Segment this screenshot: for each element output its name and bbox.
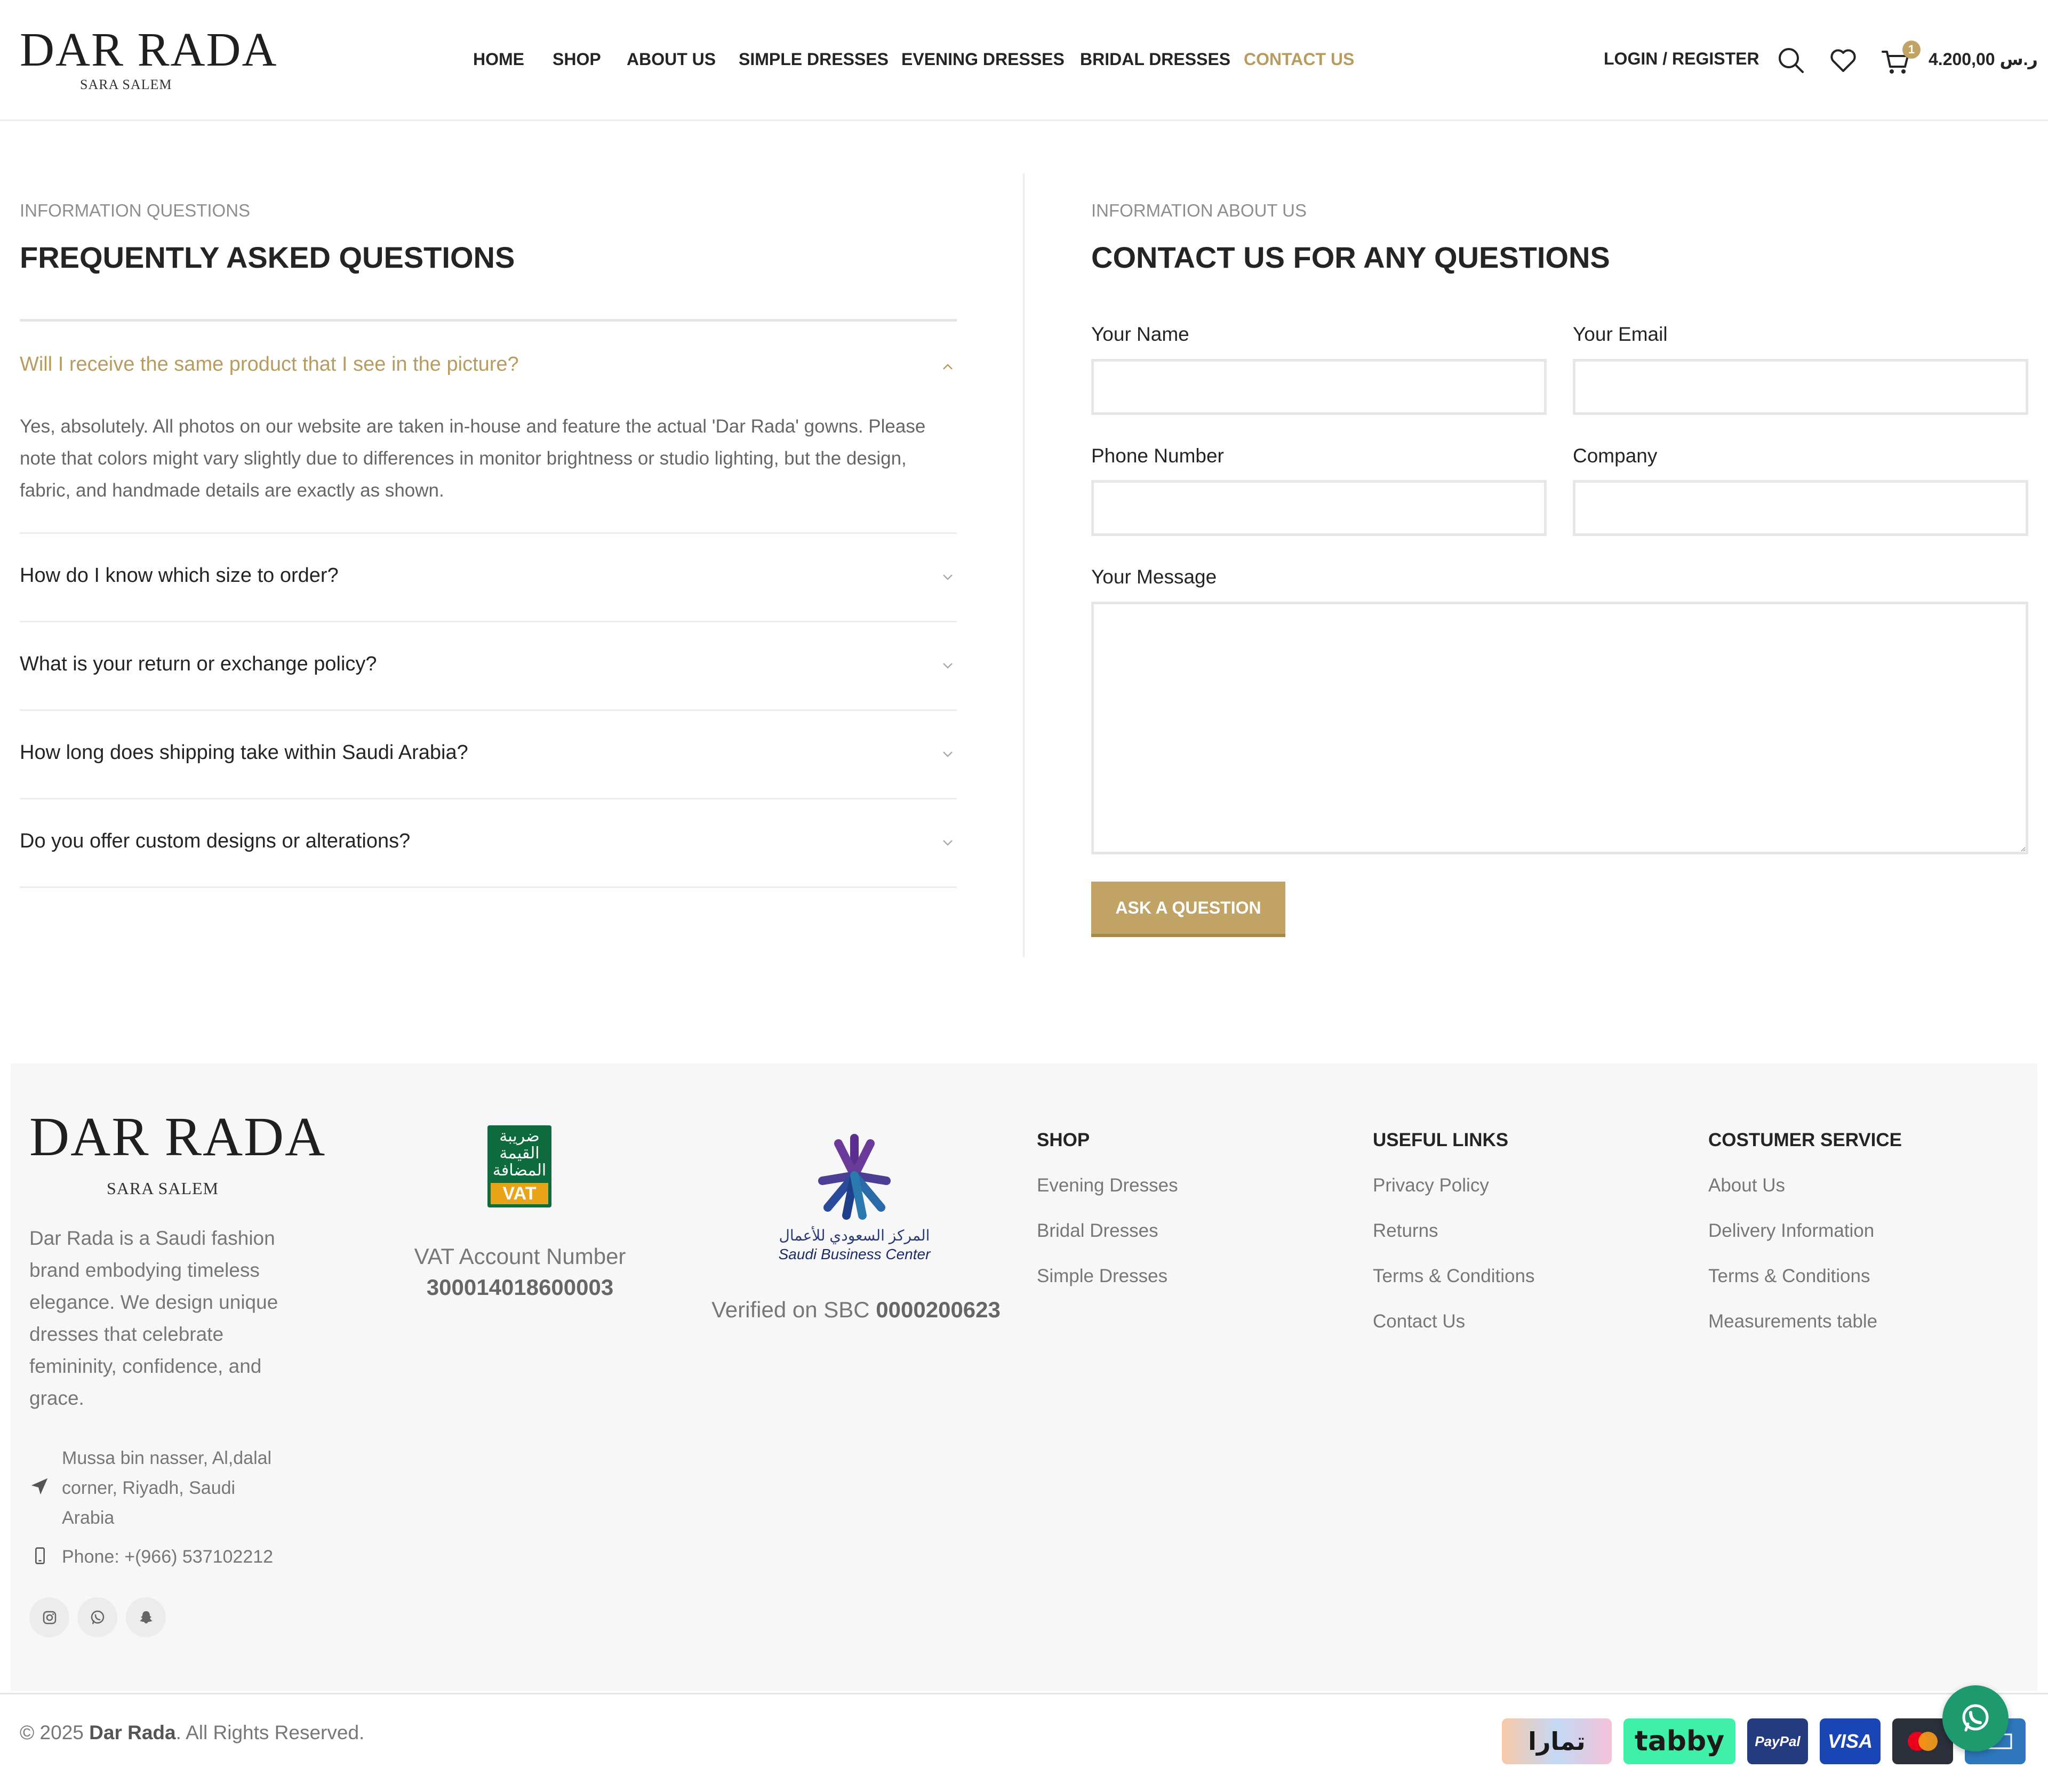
- footer-logo[interactable]: DAR RADA: [29, 1105, 326, 1169]
- vat-badge-arabic-2: القيمة: [499, 1145, 540, 1162]
- footer-link-terms[interactable]: Terms & Conditions: [1373, 1266, 1534, 1287]
- sbc-number: 0000200623: [876, 1297, 1001, 1322]
- nav-about-us[interactable]: ABOUT US: [627, 50, 716, 69]
- sbc-english-name: Saudi Business Center: [778, 1246, 931, 1262]
- footer-about-text: Dar Rada is a Saudi fashion brand embody…: [29, 1227, 278, 1409]
- location-arrow-icon: [31, 1478, 48, 1495]
- vat-badge-arabic-3: المضافة: [492, 1162, 547, 1179]
- column-divider: [1023, 173, 1025, 957]
- email-label: Your Email: [1573, 323, 1668, 345]
- company-field[interactable]: [1573, 480, 2028, 536]
- mobile-phone-icon: [35, 1547, 45, 1564]
- footer-link-evening-dresses[interactable]: Evening Dresses: [1037, 1175, 1178, 1196]
- vat-label: VAT Account Number: [414, 1244, 626, 1269]
- company-label: Company: [1573, 445, 1658, 467]
- chevron-down-icon[interactable]: [940, 570, 955, 585]
- nav-contact-us[interactable]: CONTACT US: [1244, 50, 1354, 69]
- footer-link-contact-us[interactable]: Contact Us: [1373, 1311, 1465, 1332]
- faq-answer-1: Yes, absolutely. All photos on our websi…: [20, 416, 926, 501]
- faq-divider: [20, 532, 957, 534]
- footer-link-privacy-policy[interactable]: Privacy Policy: [1373, 1175, 1489, 1196]
- footer-address: Mussa bin nasser, Al,dalal corner, Riyad…: [62, 1448, 272, 1528]
- faq-question-1[interactable]: Will I receive the same product that I s…: [20, 353, 519, 376]
- faq-question-4[interactable]: How long does shipping take within Saudi…: [20, 741, 468, 764]
- footer-customer-service-title: COSTUMER SERVICE: [1708, 1130, 1902, 1150]
- footer-logo-subtitle: SARA SALEM: [107, 1179, 219, 1198]
- nav-shop[interactable]: SHOP: [553, 50, 601, 69]
- chevron-up-icon[interactable]: [940, 359, 955, 374]
- message-label: Your Message: [1091, 566, 1217, 588]
- cart-total-value: 4.200,00: [1929, 50, 1995, 69]
- message-field[interactable]: [1091, 602, 2028, 854]
- chevron-down-icon[interactable]: [940, 835, 955, 850]
- faq-eyebrow: INFORMATION QUESTIONS: [20, 201, 251, 220]
- nav-bridal-dresses[interactable]: BRIDAL DRESSES: [1080, 50, 1230, 69]
- whatsapp-icon: [1962, 1704, 1989, 1732]
- sbc-arabic-name: المركز السعودي للأعمال: [779, 1227, 930, 1244]
- cart-total[interactable]: 4.200,00 ر.س: [1929, 49, 2038, 69]
- footer-useful-links-title: USEFUL LINKS: [1373, 1130, 1509, 1150]
- instagram-icon[interactable]: [29, 1597, 69, 1637]
- sbc-verified-label: Verified on SBC: [711, 1297, 870, 1322]
- faq-divider: [20, 798, 957, 799]
- contact-title: CONTACT US FOR ANY QUESTIONS: [1091, 241, 1610, 274]
- faq-question-5[interactable]: Do you offer custom designs or alteratio…: [20, 830, 410, 853]
- faq-divider: [20, 886, 957, 888]
- mastercard-icon: [1908, 1732, 1938, 1751]
- cart-count-badge: 1: [1902, 41, 1921, 59]
- name-field[interactable]: [1091, 359, 1547, 415]
- faq-title: FREQUENTLY ASKED QUESTIONS: [20, 241, 515, 274]
- heart-icon[interactable]: [1828, 45, 1858, 75]
- site-header: DAR RADA SARA SALEM HOME SHOP ABOUT US S…: [0, 0, 2048, 121]
- login-register-link[interactable]: LOGIN / REGISTER: [1604, 49, 1759, 69]
- snapchat-icon[interactable]: [126, 1597, 166, 1637]
- sbc-verified: Verified on SBC 0000200623: [693, 1297, 1019, 1323]
- vat-badge-label: VAT: [491, 1183, 548, 1204]
- vat-badge-arabic-1: ضريبة: [499, 1127, 540, 1145]
- vat-badge: ضريبة القيمة المضافة VAT: [487, 1125, 551, 1207]
- cart-currency: ر.س: [1999, 50, 2038, 69]
- footer-link-delivery-information[interactable]: Delivery Information: [1708, 1220, 1874, 1242]
- faq-question-3[interactable]: What is your return or exchange policy?: [20, 653, 377, 676]
- footer-link-returns[interactable]: Returns: [1373, 1220, 1438, 1242]
- ask-question-button[interactable]: ASK A QUESTION: [1091, 882, 1285, 937]
- faq-divider: [20, 319, 957, 322]
- copyright-suffix: . All Rights Reserved.: [175, 1722, 365, 1743]
- chevron-down-icon[interactable]: [940, 658, 955, 673]
- footer-link-about-us[interactable]: About Us: [1708, 1175, 1785, 1196]
- footer-shop-title: SHOP: [1037, 1130, 1090, 1150]
- phone-label: Phone Number: [1091, 445, 1224, 467]
- vat-number: 300014018600003: [426, 1275, 614, 1300]
- copyright-prefix: © 2025: [20, 1722, 84, 1743]
- chevron-down-icon[interactable]: [940, 747, 955, 762]
- visa-payment-icon: VISA: [1820, 1718, 1881, 1764]
- name-label: Your Name: [1091, 323, 1189, 345]
- nav-home[interactable]: HOME: [473, 50, 524, 69]
- footer-phone[interactable]: Phone: +(966) 537102212: [62, 1542, 273, 1572]
- footer-link-simple-dresses[interactable]: Simple Dresses: [1037, 1266, 1167, 1287]
- nav-simple-dresses[interactable]: SIMPLE DRESSES: [739, 50, 889, 69]
- whatsapp-chat-button[interactable]: [1942, 1685, 2009, 1751]
- contact-eyebrow: INFORMATION ABOUT US: [1091, 201, 1307, 220]
- email-field[interactable]: [1573, 359, 2028, 415]
- tabby-payment-icon: tabby: [1623, 1718, 1735, 1764]
- footer-link-terms-2[interactable]: Terms & Conditions: [1708, 1266, 1870, 1287]
- copyright-brand[interactable]: Dar Rada: [89, 1722, 175, 1743]
- paypal-payment-icon: PayPal: [1747, 1718, 1808, 1764]
- nav-evening-dresses[interactable]: EVENING DRESSES: [901, 50, 1065, 69]
- header-logo[interactable]: DAR RADA: [20, 22, 278, 77]
- sbc-logo-icon: [818, 1134, 891, 1220]
- phone-field[interactable]: [1091, 480, 1547, 536]
- header-logo-subtitle: SARA SALEM: [80, 77, 172, 92]
- whatsapp-icon[interactable]: [77, 1597, 117, 1637]
- faq-divider: [20, 709, 957, 711]
- copyright-text: © 2025 Dar Rada. All Rights Reserved.: [20, 1722, 364, 1744]
- footer-link-bridal-dresses[interactable]: Bridal Dresses: [1037, 1220, 1158, 1242]
- faq-question-2[interactable]: How do I know which size to order?: [20, 564, 339, 587]
- footer-link-measurements-table[interactable]: Measurements table: [1708, 1311, 1877, 1332]
- faq-divider: [20, 621, 957, 622]
- search-icon[interactable]: [1776, 45, 1806, 75]
- tamara-payment-icon: تمارا: [1502, 1718, 1612, 1764]
